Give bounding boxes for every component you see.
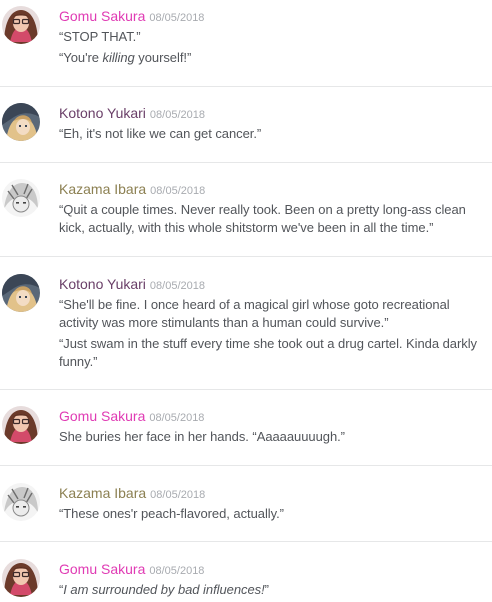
- message-line: “STOP THAT.”: [59, 29, 141, 44]
- kazama-avatar[interactable]: [2, 179, 40, 217]
- timestamp: 08/05/2018: [149, 565, 205, 577]
- kazama-avatar[interactable]: [2, 483, 40, 521]
- gomu-avatar[interactable]: [2, 559, 40, 597]
- message-header: Kotono Yukari 08/05/2018: [59, 104, 205, 124]
- author-name[interactable]: Gomu Sakura: [59, 408, 145, 424]
- timestamp: 08/05/2018: [150, 185, 206, 197]
- message-header: Kazama Ibara 08/05/2018: [59, 180, 205, 200]
- timestamp: 08/05/2018: [149, 412, 205, 424]
- chat-log: Gomu Sakura 08/05/2018 “STOP THAT.” “You'…: [0, 0, 492, 602]
- author-name[interactable]: Gomu Sakura: [59, 561, 145, 577]
- author-name[interactable]: Kotono Yukari: [59, 276, 146, 292]
- message-line: “Just swam in the stuff every time she t…: [59, 336, 477, 369]
- message-header: Gomu Sakura 08/05/2018: [59, 7, 204, 27]
- message-divider: [0, 256, 492, 257]
- message-header: Kazama Ibara 08/05/2018: [59, 484, 205, 504]
- kotono-avatar[interactable]: [2, 103, 40, 141]
- message-line: “She'll be fine. I once heard of a magic…: [59, 297, 450, 330]
- message-line: She buries her face in her hands. “Aaaaa…: [59, 429, 345, 444]
- author-name[interactable]: Gomu Sakura: [59, 8, 145, 24]
- message-line: “Quit a couple times. Never really took.…: [59, 202, 466, 235]
- message-divider: [0, 86, 492, 87]
- gomu-avatar[interactable]: [2, 406, 40, 444]
- timestamp: 08/05/2018: [149, 109, 205, 121]
- author-name[interactable]: Kazama Ibara: [59, 181, 146, 197]
- message-header: Gomu Sakura 08/05/2018: [59, 407, 204, 427]
- message-divider: [0, 389, 492, 390]
- message-line: “These ones'r peach-flavored, actually.”: [59, 506, 284, 521]
- kotono-avatar[interactable]: [2, 274, 40, 312]
- message-header: Kotono Yukari 08/05/2018: [59, 275, 205, 295]
- author-name[interactable]: Kazama Ibara: [59, 485, 146, 501]
- author-name[interactable]: Kotono Yukari: [59, 105, 146, 121]
- message-line: “Eh, it's not like we can get cancer.”: [59, 126, 262, 141]
- timestamp: 08/05/2018: [149, 12, 205, 24]
- gomu-avatar[interactable]: [2, 6, 40, 44]
- message-header: Gomu Sakura 08/05/2018: [59, 560, 204, 580]
- timestamp: 08/05/2018: [150, 489, 206, 501]
- message-divider: [0, 465, 492, 466]
- message-divider: [0, 162, 492, 163]
- message-line: “I am surrounded by bad influences!”: [59, 582, 269, 597]
- message-line: “You're killing yourself!”: [59, 50, 192, 65]
- timestamp: 08/05/2018: [149, 280, 205, 292]
- message-divider: [0, 541, 492, 542]
